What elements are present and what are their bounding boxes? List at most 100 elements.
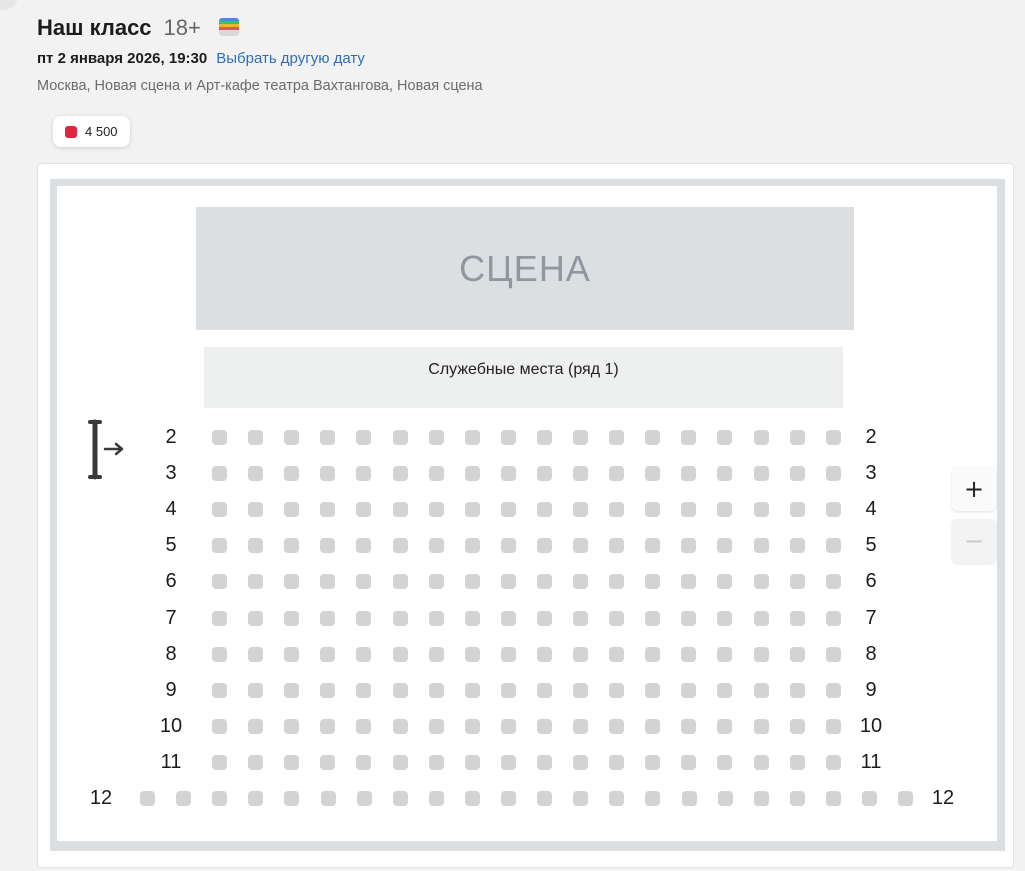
seat[interactable] [825, 754, 841, 770]
seat[interactable] [284, 502, 300, 518]
seat[interactable] [392, 430, 408, 445]
seat[interactable] [536, 646, 552, 662]
seat[interactable] [753, 610, 769, 626]
seat[interactable] [320, 682, 336, 698]
seat[interactable] [284, 754, 300, 770]
seat[interactable] [717, 646, 733, 662]
seat[interactable] [753, 466, 769, 482]
seat[interactable] [536, 502, 552, 518]
seat[interactable] [428, 646, 444, 662]
seat[interactable] [681, 466, 697, 482]
seat[interactable] [248, 538, 264, 554]
seat[interactable] [320, 430, 336, 445]
seat[interactable] [284, 646, 300, 662]
seat[interactable] [717, 682, 733, 698]
seat[interactable] [392, 646, 408, 662]
seat[interactable] [681, 574, 697, 590]
seat[interactable] [356, 682, 372, 698]
seat[interactable] [825, 538, 841, 554]
seat[interactable] [284, 466, 300, 482]
seat[interactable] [753, 430, 769, 445]
seat[interactable] [464, 574, 480, 590]
seat[interactable] [392, 610, 408, 626]
seat[interactable] [573, 791, 589, 806]
seat[interactable] [356, 610, 372, 626]
seat[interactable] [789, 430, 805, 445]
seat[interactable] [789, 610, 805, 626]
seat[interactable] [645, 718, 661, 734]
seat[interactable] [428, 430, 444, 445]
seat[interactable] [681, 610, 697, 626]
seat[interactable] [500, 430, 516, 445]
seat[interactable] [212, 791, 228, 806]
seat[interactable] [248, 574, 264, 590]
seat[interactable] [717, 791, 733, 806]
seat[interactable] [717, 718, 733, 734]
seat[interactable] [573, 646, 588, 662]
seat[interactable] [392, 718, 408, 734]
seat[interactable] [825, 610, 841, 626]
seat[interactable] [428, 791, 444, 806]
seat[interactable] [356, 718, 372, 734]
seat[interactable] [573, 718, 588, 734]
seat[interactable] [392, 538, 408, 554]
seat[interactable] [320, 502, 336, 518]
seat[interactable] [536, 682, 552, 698]
seat[interactable] [212, 574, 227, 590]
seat[interactable] [753, 791, 769, 806]
seat[interactable] [862, 791, 877, 806]
seat[interactable] [212, 610, 227, 626]
seat[interactable] [681, 718, 697, 734]
seat[interactable] [500, 466, 516, 482]
seat[interactable] [536, 754, 552, 770]
seat[interactable] [140, 791, 155, 806]
seat[interactable] [356, 430, 372, 445]
seat[interactable] [428, 502, 444, 518]
seat[interactable] [212, 754, 227, 770]
seat[interactable] [789, 646, 805, 662]
seat[interactable] [609, 502, 625, 518]
seat[interactable] [681, 538, 697, 554]
seat[interactable] [645, 791, 661, 806]
seat[interactable] [681, 502, 697, 518]
seat[interactable] [428, 610, 444, 626]
seat[interactable] [753, 502, 769, 518]
seat[interactable] [609, 430, 625, 445]
seat[interactable] [789, 466, 805, 482]
price-filter-chip[interactable]: 4 500 [53, 116, 130, 147]
seat[interactable] [248, 466, 264, 482]
wallet-icon[interactable] [218, 18, 239, 36]
seat[interactable] [681, 754, 697, 770]
seat[interactable] [501, 791, 516, 806]
seat[interactable] [212, 430, 227, 445]
seat[interactable] [537, 791, 553, 806]
seat[interactable] [681, 791, 697, 806]
seat[interactable] [645, 430, 661, 445]
seat[interactable] [320, 610, 336, 626]
seat[interactable] [573, 682, 588, 698]
seat[interactable] [428, 754, 444, 770]
seat[interactable] [464, 610, 480, 626]
seat[interactable] [609, 466, 625, 482]
seat[interactable] [825, 466, 841, 482]
seat[interactable] [248, 682, 264, 698]
seat[interactable] [645, 574, 661, 590]
seat[interactable] [825, 502, 841, 518]
seat[interactable] [392, 466, 408, 482]
seat[interactable] [825, 791, 841, 806]
seat[interactable] [717, 610, 733, 626]
seat[interactable] [681, 646, 697, 662]
seat[interactable] [428, 682, 444, 698]
seat[interactable] [500, 646, 516, 662]
seat[interactable] [284, 574, 300, 590]
seat[interactable] [248, 610, 264, 626]
seat[interactable] [717, 574, 733, 590]
seat[interactable] [825, 574, 841, 590]
seat[interactable] [789, 718, 805, 734]
seat[interactable] [500, 754, 516, 770]
seat[interactable] [464, 466, 480, 482]
seat[interactable] [717, 430, 733, 445]
seat[interactable] [248, 646, 264, 662]
zoom-in-button[interactable]: + [952, 467, 996, 511]
seat[interactable] [428, 538, 444, 554]
